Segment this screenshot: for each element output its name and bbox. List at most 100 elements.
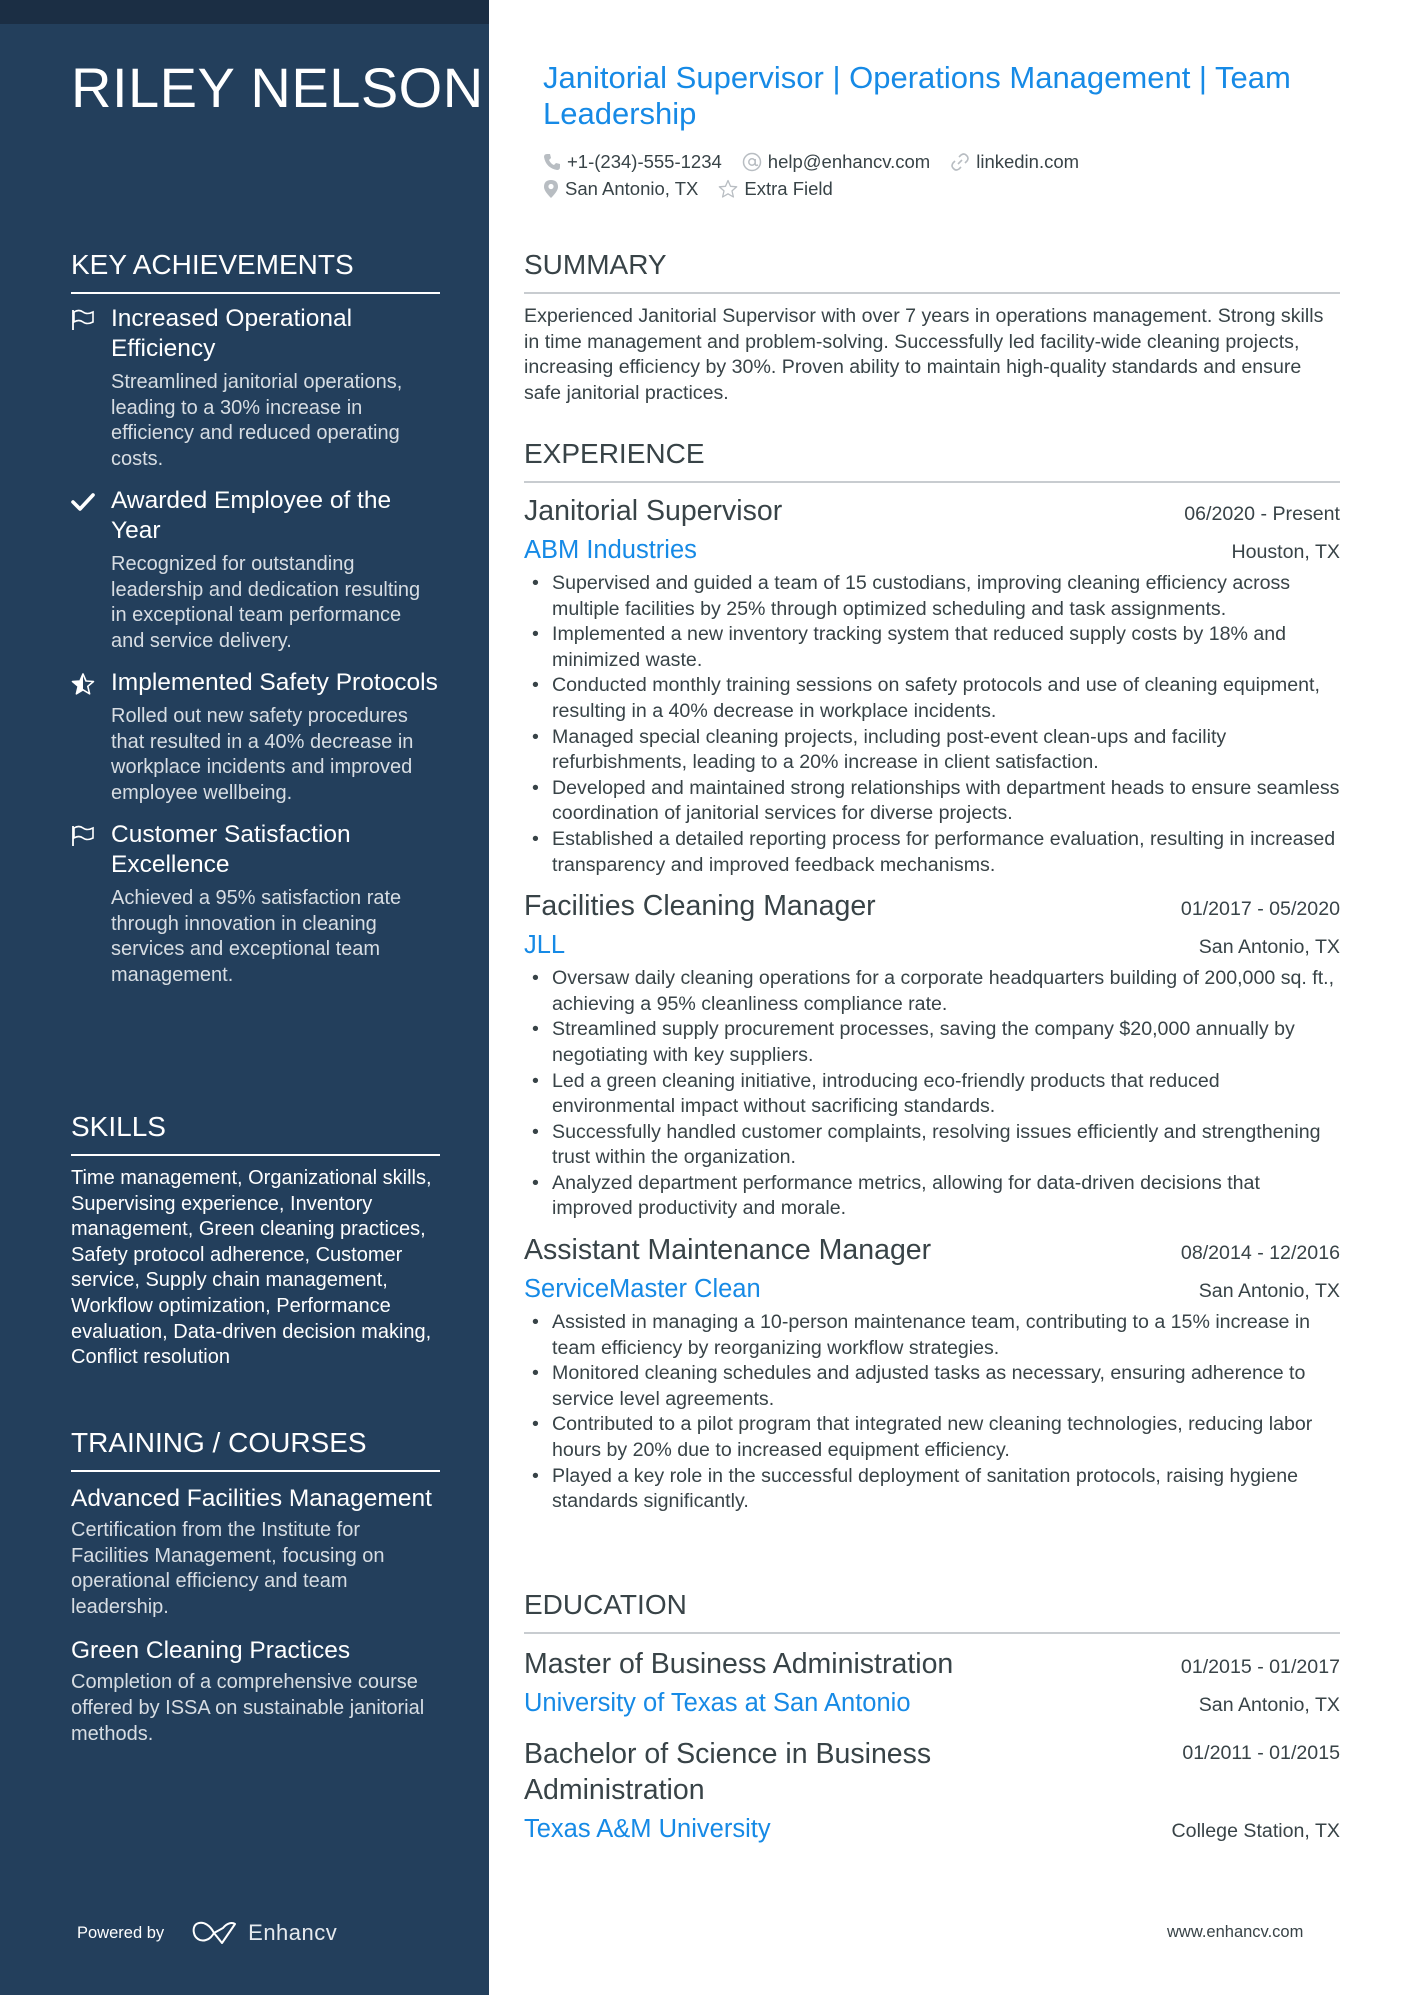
course-description: Certification from the Institute for Fac… <box>71 1519 385 1618</box>
section-title: EXPERIENCE <box>524 437 1340 483</box>
experience-entry: Janitorial Supervisor 06/2020 - Present … <box>524 493 1340 878</box>
achievement-item: Increased Operational Efficiency Streaml… <box>71 304 440 472</box>
phone-icon <box>544 153 560 170</box>
bullet-item: Conducted monthly training sessions on s… <box>524 673 1340 724</box>
link-icon <box>951 152 970 171</box>
degree-title: Bachelor of Science in Business Administ… <box>524 1738 932 1806</box>
bullet-item: Contributed to a pilot program that inte… <box>524 1412 1340 1463</box>
section-title: SUMMARY <box>524 248 1340 294</box>
job-location: Houston, TX <box>1231 541 1340 563</box>
bullet-item: Managed special cleaning projects, inclu… <box>524 725 1340 776</box>
job-title: Janitorial Supervisor <box>524 495 783 527</box>
enhancv-logo[interactable]: Enhancv <box>192 1920 337 1946</box>
course-description: Completion of a comprehensive course off… <box>71 1671 425 1745</box>
bullet-item: Streamlined supply procurement processes… <box>524 1017 1340 1068</box>
link-value: linkedin.com <box>976 150 1080 172</box>
education-dates: 01/2011 - 01/2015 <box>1182 1742 1340 1764</box>
achievement-description: Rolled out new safety procedures that re… <box>111 705 414 804</box>
experience-entry: Assistant Maintenance Manager 08/2014 - … <box>524 1232 1340 1515</box>
achievement-title: Awarded Employee of the Year <box>111 487 392 544</box>
achievement-description: Achieved a 95% satisfaction rate through… <box>111 887 402 986</box>
at-icon <box>742 152 762 171</box>
flag-icon <box>71 309 97 331</box>
course-item: Advanced Facilities Management Certifica… <box>71 1484 440 1620</box>
bullet-item: Oversaw daily cleaning operations for a … <box>524 966 1340 1017</box>
training-section: TRAINING / COURSES Advanced Facilities M… <box>71 1426 440 1747</box>
bullet-item: Established a detailed reporting process… <box>524 827 1340 878</box>
education-entry: Master of Business Administration 01/201… <box>524 1646 1340 1720</box>
achievement-title: Customer Satisfaction Excellence <box>111 821 351 878</box>
achievement-item: Implemented Safety Protocols Rolled out … <box>71 668 440 806</box>
job-dates: 01/2017 - 05/2020 <box>1180 898 1340 921</box>
powered-by: Powered by Enhancv <box>77 1920 337 1946</box>
star-icon <box>719 179 738 198</box>
bullet-item: Monitored cleaning schedules and adjuste… <box>524 1361 1340 1412</box>
contact-link[interactable]: linkedin.com <box>950 151 1079 173</box>
flag-icon <box>71 825 97 847</box>
powered-by-label: Powered by <box>77 1923 165 1942</box>
achievement-title: Increased Operational Efficiency <box>111 305 353 362</box>
course-item: Green Cleaning Practices Completion of a… <box>71 1636 440 1747</box>
contact-email[interactable]: help@enhancv.com <box>742 151 930 173</box>
achievement-description: Streamlined janitorial operations, leadi… <box>111 371 403 470</box>
section-title: TRAINING / COURSES <box>71 1426 440 1472</box>
bullet-item: Led a green cleaning initiative, introdu… <box>524 1069 1340 1120</box>
sidebar-top-band <box>0 0 489 24</box>
school-location: College Station, TX <box>1171 1820 1340 1842</box>
key-achievements-section: KEY ACHIEVEMENTS Increased Operational E… <box>71 248 440 1002</box>
bullet-item: Implemented a new inventory tracking sys… <box>524 622 1340 673</box>
company-name[interactable]: ServiceMaster Clean <box>524 1272 761 1306</box>
contact-extra: Extra Field <box>718 177 833 200</box>
location-value: San Antonio, TX <box>565 177 699 199</box>
extra-value: Extra Field <box>744 177 833 199</box>
skills-list: Time management, Organizational skills, … <box>71 1167 432 1369</box>
section-title: KEY ACHIEVEMENTS <box>71 248 440 294</box>
skills-section: SKILLS Time management, Organizational s… <box>71 1110 440 1371</box>
email-value: help@enhancv.com <box>767 150 931 172</box>
course-title: Green Cleaning Practices <box>71 1637 351 1665</box>
job-bullets: Oversaw daily cleaning operations for a … <box>524 966 1340 1222</box>
enhancv-logo-icon <box>192 1921 237 1944</box>
achievement-title: Implemented Safety Protocols <box>111 669 438 696</box>
contact-info: +1-(234)-555-1234 help@enhancv.com linke… <box>543 148 1340 202</box>
achievement-item: Customer Satisfaction Excellence Achieve… <box>71 820 440 988</box>
job-bullets: Assisted in managing a 10-person mainten… <box>524 1310 1340 1515</box>
check-icon <box>71 491 97 513</box>
bullet-item: Developed and maintained strong relation… <box>524 776 1340 827</box>
experience-section: EXPERIENCE Janitorial Supervisor 06/2020… <box>524 437 1340 1515</box>
company-name[interactable]: ABM Industries <box>524 533 697 567</box>
section-title: EDUCATION <box>524 1588 1340 1634</box>
brand-name: Enhancv <box>248 1920 338 1945</box>
headline: Janitorial Supervisor | Operations Manag… <box>543 60 1291 131</box>
school-location: San Antonio, TX <box>1198 1694 1340 1716</box>
job-bullets: Supervised and guided a team of 15 custo… <box>524 571 1340 878</box>
degree-title: Master of Business Administration <box>524 1648 954 1680</box>
company-name[interactable]: JLL <box>524 928 565 962</box>
footer-website-link[interactable]: www.enhancv.com <box>1167 1923 1303 1942</box>
school-name[interactable]: Texas A&M University <box>524 1812 771 1846</box>
section-title: SKILLS <box>71 1110 440 1156</box>
bullet-item: Analyzed department performance metrics,… <box>524 1171 1340 1222</box>
bullet-item: Assisted in managing a 10-person mainten… <box>524 1310 1340 1361</box>
education-entry: Bachelor of Science in Business Administ… <box>524 1736 1340 1846</box>
star-half-icon <box>71 673 97 695</box>
education-dates: 01/2015 - 01/2017 <box>1180 1656 1340 1678</box>
sidebar: RILEY NELSON KEY ACHIEVEMENTS Increased … <box>0 0 489 1995</box>
contact-location: San Antonio, TX <box>543 178 698 200</box>
course-title: Advanced Facilities Management <box>71 1485 432 1512</box>
achievement-item: Awarded Employee of the Year Recognized … <box>71 486 440 654</box>
summary-section: SUMMARY Experienced Janitorial Superviso… <box>524 248 1340 406</box>
experience-entry: Facilities Cleaning Manager 01/2017 - 05… <box>524 888 1340 1222</box>
achievement-description: Recognized for outstanding leadership an… <box>111 553 421 652</box>
education-section: EDUCATION Master of Business Administrat… <box>524 1588 1340 1846</box>
bullet-item: Supervised and guided a team of 15 custo… <box>524 571 1340 622</box>
job-dates: 08/2014 - 12/2016 <box>1180 1242 1340 1265</box>
location-pin-icon <box>544 179 558 198</box>
job-location: San Antonio, TX <box>1198 1280 1340 1303</box>
contact-phone[interactable]: +1-(234)-555-1234 <box>543 151 722 173</box>
school-name[interactable]: University of Texas at San Antonio <box>524 1686 911 1720</box>
bullet-item: Played a key role in the successful depl… <box>524 1464 1340 1515</box>
bullet-item: Successfully handled customer complaints… <box>524 1120 1340 1171</box>
job-dates: 06/2020 - Present <box>1184 503 1340 525</box>
job-title: Assistant Maintenance Manager <box>524 1234 932 1267</box>
